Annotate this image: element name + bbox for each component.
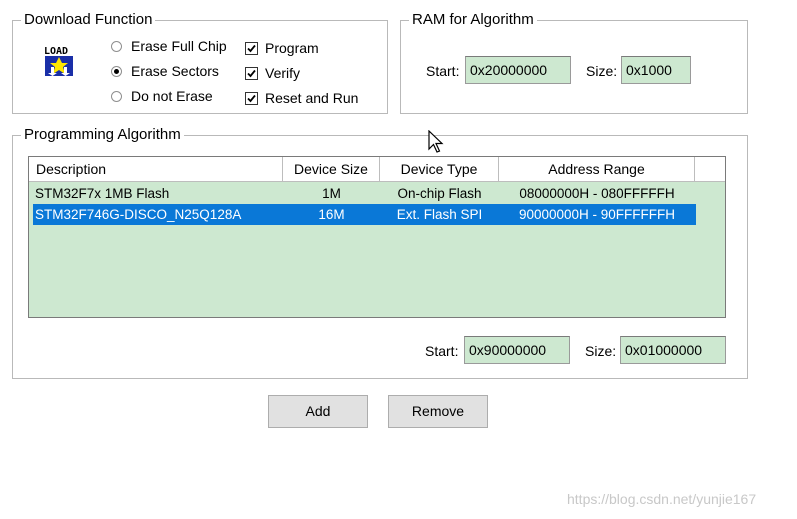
radio-circle-selected <box>111 65 122 77</box>
row-address-range: 08000000H - 080FFFFFH <box>519 186 675 201</box>
ram-for-algorithm-group: RAM for Algorithm Start: 0x20000000 Size… <box>400 11 748 114</box>
download-function-group: Download Function LOAD Erase Full Chip E… <box>12 11 388 114</box>
row-device-type: Ext. Flash SPI <box>396 207 483 222</box>
ram-start-label: Start: <box>426 63 460 79</box>
verify-label: Verify <box>265 65 301 81</box>
do-not-erase-label: Do not Erase <box>131 88 213 104</box>
load-icon: LOAD <box>44 46 73 76</box>
check-icon <box>245 66 258 80</box>
ram-size-field[interactable]: 0x1000 <box>621 56 691 84</box>
column-header-device-type[interactable]: Device Type <box>380 157 499 181</box>
program-label: Program <box>265 40 319 56</box>
list-header: Description Device Size Device Type Addr… <box>29 157 725 182</box>
column-header-device-size[interactable]: Device Size <box>283 157 380 181</box>
check-icon <box>245 91 258 105</box>
algo-start-field[interactable]: 0x90000000 <box>464 336 570 364</box>
verify-checkbox[interactable]: Verify <box>245 65 300 81</box>
ram-start-field[interactable]: 0x20000000 <box>465 56 571 84</box>
row-device-size: 1M <box>322 186 341 201</box>
column-header-filler <box>695 157 725 181</box>
column-header-description[interactable]: Description <box>29 157 283 181</box>
radio-circle <box>111 90 122 102</box>
ram-size-label: Size: <box>586 63 618 79</box>
add-button[interactable]: Add <box>268 395 368 428</box>
row-description: STM32F746G-DISCO_N25Q128A <box>35 207 242 222</box>
row-device-type: On-chip Flash <box>397 186 482 201</box>
program-checkbox[interactable]: Program <box>245 40 319 56</box>
do-not-erase-radio[interactable]: Do not Erase <box>111 88 213 104</box>
check-icon <box>245 41 258 55</box>
row-description: STM32F7x 1MB Flash <box>35 186 170 201</box>
table-row-selected[interactable]: STM32F746G-DISCO_N25Q128A 16M Ext. Flash… <box>33 204 696 225</box>
algorithm-list[interactable]: Description Device Size Device Type Addr… <box>28 156 726 318</box>
mouse-cursor-icon <box>428 130 444 153</box>
algo-start-label: Start: <box>425 343 459 359</box>
download-function-title: Download Function <box>21 11 156 29</box>
programming-algorithm-title: Programming Algorithm <box>21 126 184 144</box>
algo-size-field[interactable]: 0x01000000 <box>620 336 726 364</box>
remove-button[interactable]: Remove <box>388 395 488 428</box>
row-device-size: 16M <box>318 207 345 222</box>
reset-and-run-label: Reset and Run <box>265 90 359 106</box>
watermark: https://blog.csdn.net/yunjie167 <box>567 491 757 507</box>
svg-text:LOAD: LOAD <box>44 46 68 57</box>
erase-sectors-radio[interactable]: Erase Sectors <box>111 63 219 79</box>
table-row[interactable]: STM32F7x 1MB Flash 1M On-chip Flash 0800… <box>33 183 696 204</box>
reset-and-run-checkbox[interactable]: Reset and Run <box>245 90 358 106</box>
erase-full-chip-label: Erase Full Chip <box>131 38 227 54</box>
erase-sectors-label: Erase Sectors <box>131 63 219 79</box>
erase-full-chip-radio[interactable]: Erase Full Chip <box>111 38 227 54</box>
row-address-range: 90000000H - 90FFFFFFH <box>518 207 676 222</box>
column-header-address-range[interactable]: Address Range <box>499 157 695 181</box>
algo-size-label: Size: <box>585 343 617 359</box>
radio-circle <box>111 40 122 52</box>
ram-for-algorithm-title: RAM for Algorithm <box>409 11 537 29</box>
